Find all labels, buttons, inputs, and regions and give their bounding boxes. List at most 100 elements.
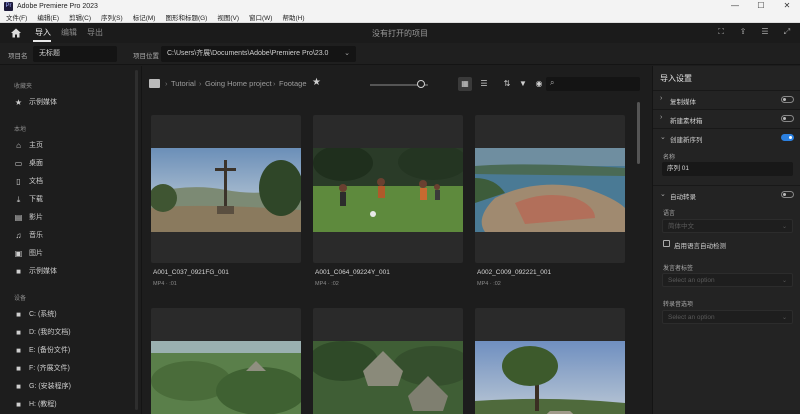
filter-icon[interactable]: ▼: [516, 77, 530, 91]
slider-handle[interactable]: [417, 80, 425, 88]
sequence-name-input[interactable]: 序列 01: [662, 162, 793, 176]
language-select[interactable]: 简体中文 ⌄: [662, 219, 793, 233]
minimize-button[interactable]: —: [722, 0, 748, 12]
clip-meta: MP4 · :01: [153, 281, 177, 287]
import-settings-title: 导入设置: [660, 74, 692, 83]
folder-icon: ■: [16, 266, 21, 276]
download-icon: ⤓: [16, 194, 21, 204]
folder-icon: ■: [16, 363, 21, 373]
chevron-down-icon: ⌄: [781, 224, 787, 230]
media-grid: A001_C037_0921FG_001 MP4 · :01 A001_C064…: [143, 102, 651, 414]
grid-scrollbar[interactable]: [637, 102, 640, 164]
chevron-down-icon[interactable]: ⌄: [660, 133, 666, 141]
close-button[interactable]: ✕: [774, 0, 800, 12]
new-bin-toggle[interactable]: [781, 115, 794, 122]
music-icon: ♫: [15, 230, 22, 240]
project-settings-row: 项目名 无标题 项目位置 C:\Users\齐展\Documents\Adobe…: [0, 43, 800, 65]
fullscreen-icon[interactable]: ⛶: [716, 27, 726, 37]
sidebar-scrollbar[interactable]: [135, 70, 138, 410]
breadcrumb-tutorial[interactable]: Tutorial: [171, 79, 196, 88]
window-title: Adobe Premiere Pro 2023: [17, 2, 98, 10]
menu-view[interactable]: 视图(V): [217, 12, 239, 22]
copy-media-toggle[interactable]: [781, 96, 794, 103]
sidebar-item-drive-g[interactable]: ■ G: (安装程序): [14, 380, 71, 392]
image-icon: ▣: [14, 248, 23, 258]
menu-clip[interactable]: 剪辑(C): [69, 12, 91, 22]
panel-menu-icon[interactable]: ☰: [760, 27, 770, 37]
auto-transcribe-toggle[interactable]: [781, 191, 794, 198]
folder-icon: ■: [16, 381, 21, 391]
project-status-title: 没有打开的项目: [372, 29, 428, 38]
menu-sequence[interactable]: 序列(S): [101, 12, 123, 22]
menu-bar: 文件(F) 编辑(E) 剪辑(C) 序列(S) 标记(M) 图形和标题(G) 视…: [0, 12, 800, 23]
favorites-heading: 收藏夹: [14, 84, 33, 90]
maximize-button[interactable]: ☐: [748, 0, 774, 12]
sidebar-item-drive-f[interactable]: ■ F: (齐展文件): [14, 362, 70, 374]
search-input[interactable]: ⌕: [546, 77, 640, 91]
menu-window[interactable]: 窗口(W): [249, 12, 272, 22]
desktop-icon: ▭: [14, 158, 23, 168]
media-browser-toolbar: › Tutorial › Going Home project › Footag…: [143, 66, 651, 102]
clip-thumbnail: [313, 148, 463, 232]
project-location-value: C:\Users\齐展\Documents\Adobe\Premiere Pro…: [167, 50, 329, 57]
create-sequence-toggle[interactable]: [781, 134, 794, 141]
chevron-right-icon: ›: [660, 114, 663, 121]
sidebar-item-documents[interactable]: ▯ 文档: [14, 175, 43, 187]
clip-thumbnail: [475, 148, 625, 232]
clip-thumbnail: [313, 341, 463, 414]
menu-markers[interactable]: 标记(M): [133, 12, 156, 22]
search-icon: ⌕: [550, 78, 555, 87]
project-location-dropdown[interactable]: C:\Users\齐展\Documents\Adobe\Premiere Pro…: [161, 46, 356, 62]
eye-icon[interactable]: ◉: [532, 77, 546, 91]
menu-file[interactable]: 文件(F): [6, 12, 27, 22]
list-view-icon[interactable]: ☰: [477, 77, 491, 91]
breadcrumb-footage[interactable]: Footage: [279, 79, 307, 88]
sidebar-item-drive-h[interactable]: ■ H: (教程): [14, 398, 57, 410]
sidebar-item-sample-media[interactable]: ■ 示例媒体: [14, 265, 57, 277]
transcribe-option-select[interactable]: Select an option ⌄: [662, 310, 793, 324]
menu-edit[interactable]: 编辑(E): [37, 12, 59, 22]
favorite-star-icon[interactable]: ★: [312, 77, 321, 88]
share-icon[interactable]: ⇪: [738, 27, 748, 37]
sidebar-item-drive-c[interactable]: ■ C: (系统): [14, 308, 57, 320]
chevron-down-icon: ⌄: [344, 50, 350, 57]
menu-graphics[interactable]: 图形和标题(G): [165, 12, 207, 22]
menu-help[interactable]: 帮助(H): [282, 12, 304, 22]
chevron-right-icon: ›: [660, 95, 663, 102]
sidebar-item-desktop[interactable]: ▭ 桌面: [14, 157, 43, 169]
sidebar-item-downloads[interactable]: ⤓ 下载: [14, 193, 43, 205]
folder-up-icon[interactable]: [149, 79, 160, 88]
copy-media-label: 复制媒体: [670, 99, 696, 106]
clip-thumbnail: [475, 341, 625, 414]
new-bin-label: 新建素材箱: [670, 118, 703, 125]
sidebar-item-movies[interactable]: ▤ 影片: [14, 211, 43, 223]
expand-icon[interactable]: ⤢: [782, 27, 792, 37]
clip-thumbnail: [151, 341, 301, 414]
create-sequence-label: 创建新序列: [670, 137, 703, 144]
sort-icon[interactable]: ⇅: [500, 77, 514, 91]
sequence-name-label: 名称: [663, 155, 676, 161]
sidebar-item-home[interactable]: ⌂ 主页: [14, 139, 43, 151]
folder-icon: ■: [16, 309, 21, 319]
speaker-select[interactable]: Select an option ⌄: [662, 273, 793, 287]
new-bin-row[interactable]: › 新建素材箱: [653, 109, 800, 127]
devices-heading: 设备: [14, 296, 27, 302]
copy-media-row[interactable]: › 复制媒体: [653, 90, 800, 108]
premiere-logo-icon: Pr: [4, 1, 13, 11]
grid-view-icon[interactable]: ▦: [458, 77, 472, 91]
breadcrumb-separator: ›: [273, 79, 276, 88]
chevron-down-icon: ⌄: [781, 278, 787, 284]
sidebar-item-music[interactable]: ♫ 音乐: [14, 229, 44, 241]
sidebar-item-sample-media-fav[interactable]: ★ 示例媒体: [14, 96, 57, 108]
breadcrumb-going-home[interactable]: Going Home project: [205, 79, 272, 88]
auto-detect-checkbox[interactable]: [663, 240, 670, 247]
clip-thumbnail: [151, 148, 301, 232]
chevron-down-icon: ⌄: [781, 315, 787, 321]
folder-icon: ■: [16, 327, 21, 337]
project-name-field[interactable]: 无标题: [33, 46, 117, 62]
sidebar-item-drive-e[interactable]: ■ E: (备份文件): [14, 344, 70, 356]
sidebar-item-pictures[interactable]: ▣ 图片: [14, 247, 43, 259]
sidebar-item-drive-d[interactable]: ■ D: (我的文档): [14, 326, 71, 338]
chevron-down-icon[interactable]: ⌄: [660, 190, 666, 198]
folder-icon: ■: [16, 345, 21, 355]
